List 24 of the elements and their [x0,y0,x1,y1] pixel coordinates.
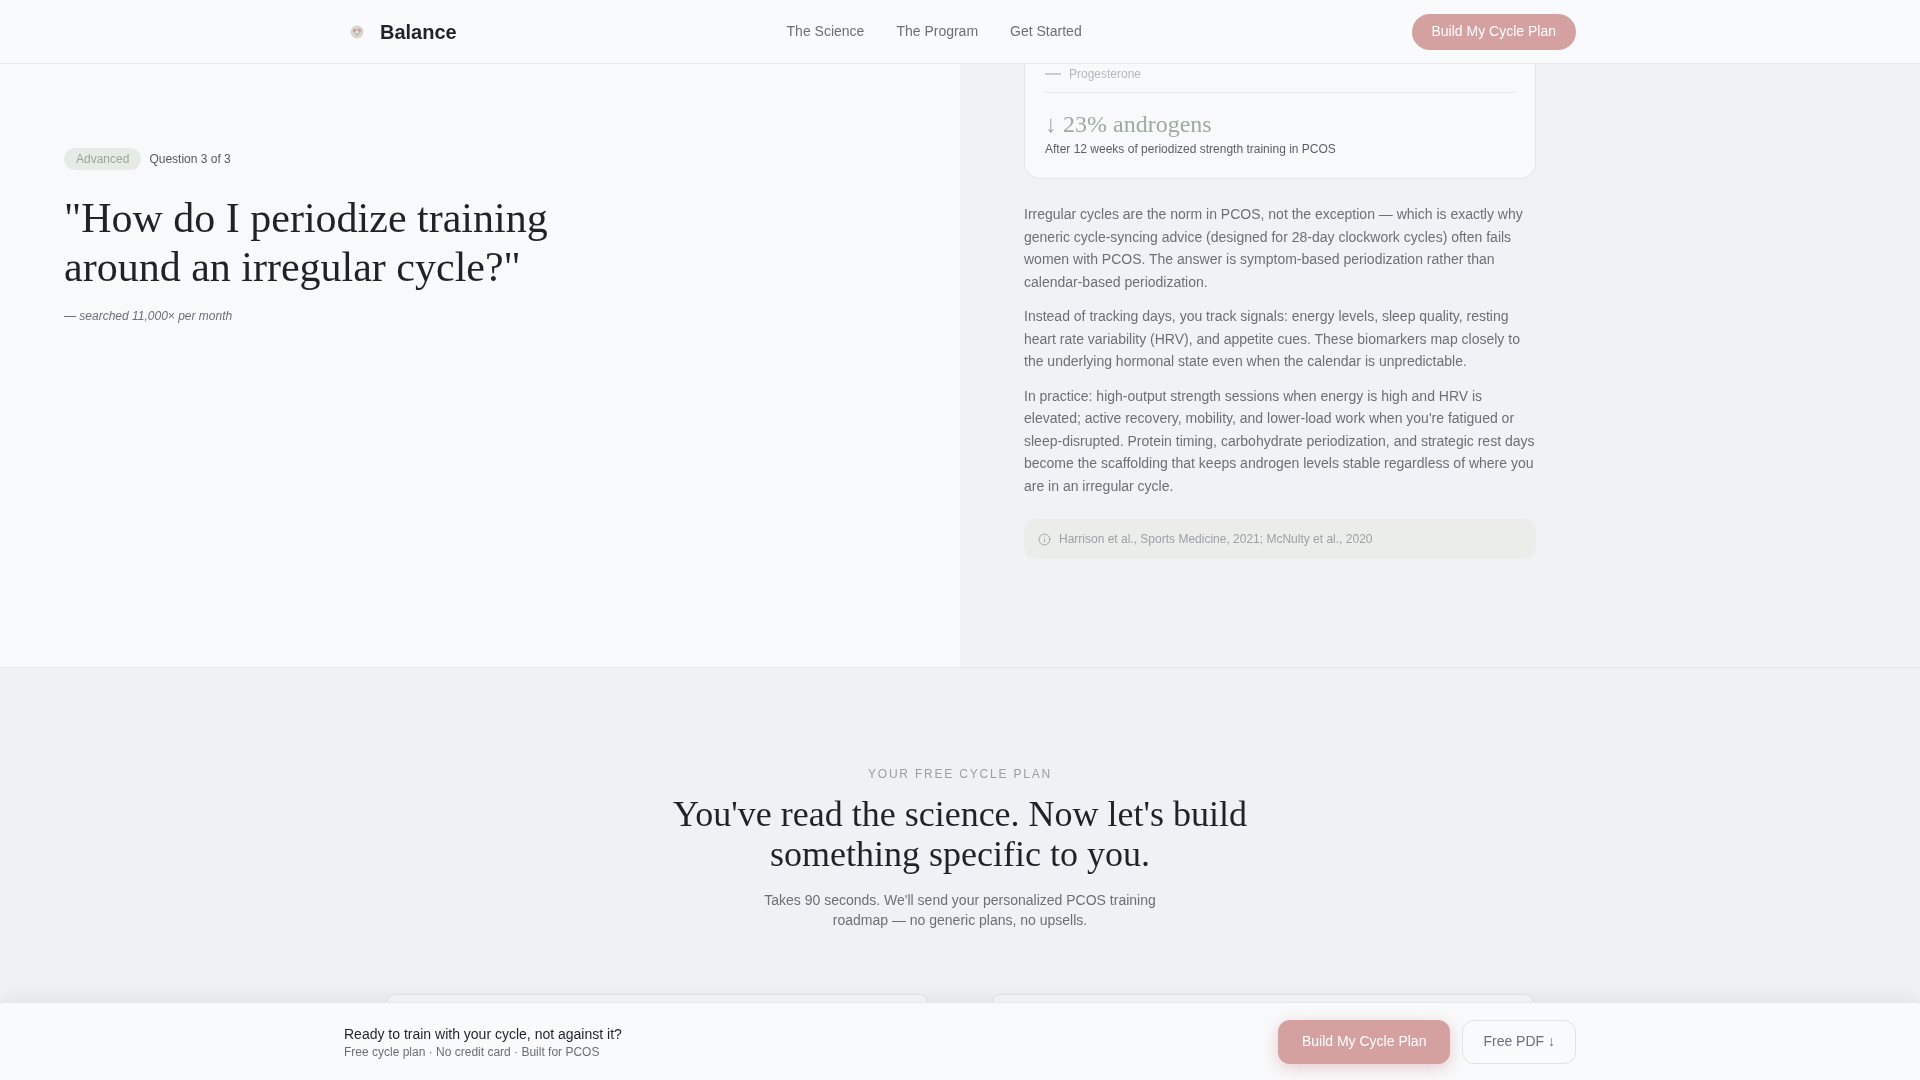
logo-icon [350,24,364,39]
section-subtitle: Takes 90 seconds. We'll send your personalized PCOS training roadmap — no generic plans, no upsells. [763,891,1157,930]
answer-paragraph: In practice: high-output strength sessions when energy is high and HRV is elevated; active recovery, mobility, and lower-load work when you're fatigued or sleep-disrupted. Protein timing, carbohydrate periodization, and strategic rest days become the scaffolding that keeps androgen levels stable regardless of where you are in an irregular cycle. [1024,386,1536,496]
nav-link[interactable]: Get Started [1010,21,1082,42]
question-number: Question 3 of 3 [149,151,231,168]
nav-link[interactable]: The Program [896,21,979,42]
brand-name[interactable]: Balance [380,16,457,47]
cta-subtitle: Free cycle plan · No credit card · Built for PCOS [344,1043,600,1060]
answer-paragraph: Instead of tracking days, you track signals: energy levels, sleep quality, resting heart rate variability (HRV), and appetite cues. These biomarkers map closely to the underlying hormonal state even when the calendar is unpredictable. [1024,307,1521,371]
level-badge: Advanced [64,148,142,170]
question-title: "How do I periodize training around an irregular cycle?" [64,194,549,292]
section-eyebrow: YOUR FREE CYCLE PLAN [867,766,1052,782]
download-pdf-button[interactable]: Free PDF ↓ [1462,1019,1576,1064]
stat-caption: After 12 weeks of periodized strength training in PCOS [1045,141,1336,157]
legend-line-icon [1045,73,1061,75]
info-icon [1038,532,1051,546]
answer-paragraph: Irregular cycles are the norm in PCOS, not the exception — which is exactly why generic cycle-syncing advice (designed for 28-day clockwork cycles) often fails women with PCOS. The answer is symptom-based periodization rather than calendar-based periodization. [1024,205,1524,292]
citation-text: Harrison et al., Sports Medicine, 2021; McNulty et al., 2020 [1059,531,1373,548]
nav-link[interactable]: The Science [786,21,865,42]
cta-title: Ready to train with your cycle, not against it? [344,1024,622,1044]
search-volume-note: — searched 11,000× per month [64,308,233,325]
legend-label: Progesterone [1069,66,1142,83]
stat-value: ↓ 23% androgens [1045,110,1212,139]
section-title: You've read the science. Now let's build something specific to you. [671,794,1249,874]
